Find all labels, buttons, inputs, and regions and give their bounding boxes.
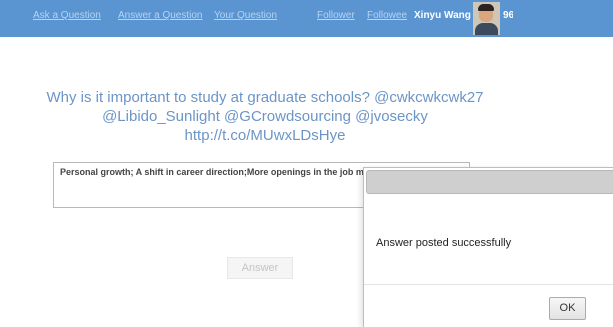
question-line-3: http://t.co/MUwxLDsHye bbox=[184, 127, 346, 144]
nav-link-answer-question[interactable]: Answer a Question bbox=[118, 10, 203, 21]
nav-link-ask-question[interactable]: Ask a Question bbox=[33, 10, 101, 21]
user-name: Xinyu Wang bbox=[414, 10, 471, 21]
user-score: 96 bbox=[503, 10, 513, 21]
success-dialog: Answer posted successfully OK bbox=[363, 167, 613, 327]
question-line-1: Why is it important to study at graduate… bbox=[46, 89, 484, 106]
avatar-body bbox=[475, 23, 498, 35]
answer-button[interactable]: Answer bbox=[227, 257, 293, 279]
avatar-hair bbox=[478, 4, 494, 11]
dialog-message: Answer posted successfully bbox=[376, 237, 512, 249]
dialog-titlebar[interactable] bbox=[366, 170, 613, 194]
page: Ask a Question Answer a Question Your Qu… bbox=[0, 0, 613, 327]
nav-link-your-question[interactable]: Your Question bbox=[214, 10, 277, 21]
dialog-divider bbox=[364, 284, 613, 285]
ok-button[interactable]: OK bbox=[549, 297, 586, 320]
top-nav-bar: Ask a Question Answer a Question Your Qu… bbox=[0, 0, 613, 37]
avatar[interactable] bbox=[473, 2, 500, 35]
question-line-2: @Libido_Sunlight @GCrowdsourcing @jvosec… bbox=[102, 108, 428, 125]
question-text: Why is it important to study at graduate… bbox=[20, 88, 510, 145]
nav-link-followee[interactable]: Followee bbox=[367, 10, 407, 21]
nav-link-follower[interactable]: Follower bbox=[317, 10, 355, 21]
